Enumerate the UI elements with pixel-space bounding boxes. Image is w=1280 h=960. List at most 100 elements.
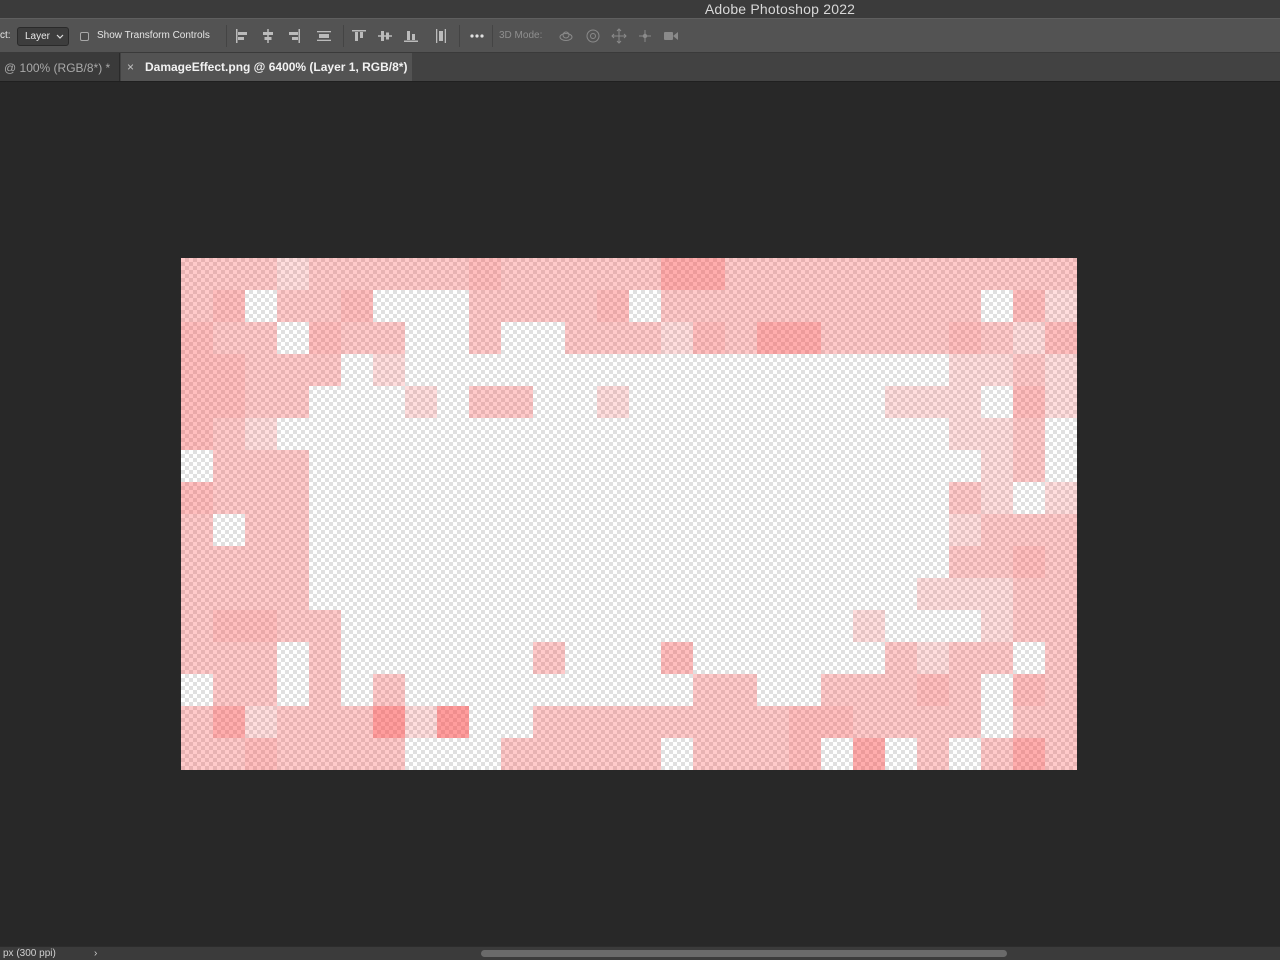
canvas-pixel	[181, 354, 213, 386]
distribute-horizontal-icon[interactable]	[433, 28, 449, 44]
tab-document-active[interactable]: × DamageEffect.png @ 6400% (Layer 1, RGB…	[121, 53, 412, 81]
canvas-pixel	[1013, 674, 1045, 706]
canvas-pixel	[949, 290, 981, 322]
canvas-pixel	[533, 738, 565, 770]
auto-select-dropdown[interactable]: Layer	[17, 27, 69, 46]
canvas-pixel	[789, 706, 821, 738]
align-top-edges-icon[interactable]	[351, 28, 367, 44]
canvas-pixel	[885, 674, 917, 706]
canvas-pixel	[821, 258, 853, 290]
canvas-pixel	[821, 322, 853, 354]
document-tab-bar: @ 100% (RGB/8*) * × DamageEffect.png @ 6…	[0, 53, 1280, 82]
canvas-pixel	[309, 322, 341, 354]
canvas-pixel	[949, 514, 981, 546]
canvas-pixel	[501, 738, 533, 770]
canvas-pixel	[1045, 546, 1077, 578]
canvas-pixel	[277, 354, 309, 386]
canvas-pixel	[853, 322, 885, 354]
canvas-pixel	[373, 706, 405, 738]
canvas-pixel	[309, 738, 341, 770]
canvas-pixel	[245, 674, 277, 706]
canvas-pixel	[245, 258, 277, 290]
horizontal-scrollbar[interactable]	[481, 950, 1007, 957]
align-right-edges-icon[interactable]	[286, 28, 302, 44]
canvas-pixel	[725, 258, 757, 290]
canvas-pixel	[181, 514, 213, 546]
auto-select-label: ct:	[0, 30, 11, 41]
canvas-pixel	[821, 290, 853, 322]
3d-roll-icon[interactable]	[585, 28, 601, 44]
canvas-pixel	[789, 290, 821, 322]
canvas-pixel	[1013, 738, 1045, 770]
show-transform-controls-label[interactable]: Show Transform Controls	[97, 30, 210, 41]
canvas-pixel	[981, 354, 1013, 386]
canvas-pixel	[949, 386, 981, 418]
align-vertical-centers-icon[interactable]	[377, 28, 393, 44]
canvas-pixel	[245, 514, 277, 546]
canvas-pixel	[341, 258, 373, 290]
canvas-pixel	[885, 642, 917, 674]
canvas-pixel	[949, 706, 981, 738]
title-bar: Adobe Photoshop 2022	[0, 0, 1280, 18]
canvas-pixel	[1013, 290, 1045, 322]
canvas-pixel	[309, 610, 341, 642]
canvas-pixel	[949, 354, 981, 386]
canvas-pixel	[245, 482, 277, 514]
canvas-pixel	[181, 258, 213, 290]
canvas-pixel	[629, 706, 661, 738]
3d-slide-icon[interactable]	[637, 28, 653, 44]
canvas-pixel	[597, 386, 629, 418]
canvas-pixel	[1045, 258, 1077, 290]
canvas-pixel	[565, 322, 597, 354]
canvas-pixel	[1045, 578, 1077, 610]
tab-document-previous[interactable]: @ 100% (RGB/8*) *	[0, 53, 120, 81]
canvas-pixel	[1045, 610, 1077, 642]
canvas-pixel	[885, 706, 917, 738]
toolbar-divider	[459, 25, 460, 47]
canvas-pixel	[245, 450, 277, 482]
canvas-pixel	[245, 386, 277, 418]
canvas-pixel	[757, 290, 789, 322]
3d-orbit-icon[interactable]	[558, 28, 574, 44]
more-options-icon[interactable]	[469, 28, 485, 44]
align-horizontal-centers-icon[interactable]	[260, 28, 276, 44]
canvas-pixel	[1013, 418, 1045, 450]
canvas-pixel	[789, 322, 821, 354]
align-left-edges-icon[interactable]	[234, 28, 250, 44]
canvas-pixel	[1045, 354, 1077, 386]
canvas-pixel	[597, 706, 629, 738]
canvas-pixel	[213, 386, 245, 418]
canvas-pixel	[725, 738, 757, 770]
canvas-pixel	[629, 322, 661, 354]
toolbar-divider	[492, 25, 493, 47]
canvas-pixel	[757, 322, 789, 354]
canvas-pixel	[597, 322, 629, 354]
3d-pan-icon[interactable]	[611, 28, 627, 44]
canvas-pixel	[181, 738, 213, 770]
canvas-pixel	[1013, 578, 1045, 610]
status-menu-arrow[interactable]: ›	[94, 948, 97, 959]
canvas-pixel	[341, 322, 373, 354]
3d-scale-camera-icon[interactable]	[663, 28, 679, 44]
align-bottom-edges-icon[interactable]	[403, 28, 419, 44]
canvas-pixel	[917, 674, 949, 706]
canvas-pixel	[917, 642, 949, 674]
close-icon[interactable]: ×	[127, 60, 134, 74]
canvas-pixel	[373, 674, 405, 706]
canvas-pixel	[1013, 450, 1045, 482]
canvas-pixel	[277, 258, 309, 290]
canvas-pixel	[213, 578, 245, 610]
canvas-pixel	[757, 738, 789, 770]
canvas-pixel	[213, 258, 245, 290]
canvas-pixel	[725, 674, 757, 706]
distribute-vertical-icon[interactable]	[316, 28, 332, 44]
canvas-pixel	[213, 482, 245, 514]
canvas-pixel	[949, 578, 981, 610]
canvas-pixel	[693, 322, 725, 354]
canvas-pixel	[853, 290, 885, 322]
canvas-pixel	[949, 322, 981, 354]
canvas-pixel	[1045, 322, 1077, 354]
show-transform-controls-checkbox[interactable]	[80, 32, 89, 41]
canvas-pixel	[693, 674, 725, 706]
document-canvas[interactable]	[181, 258, 1077, 770]
